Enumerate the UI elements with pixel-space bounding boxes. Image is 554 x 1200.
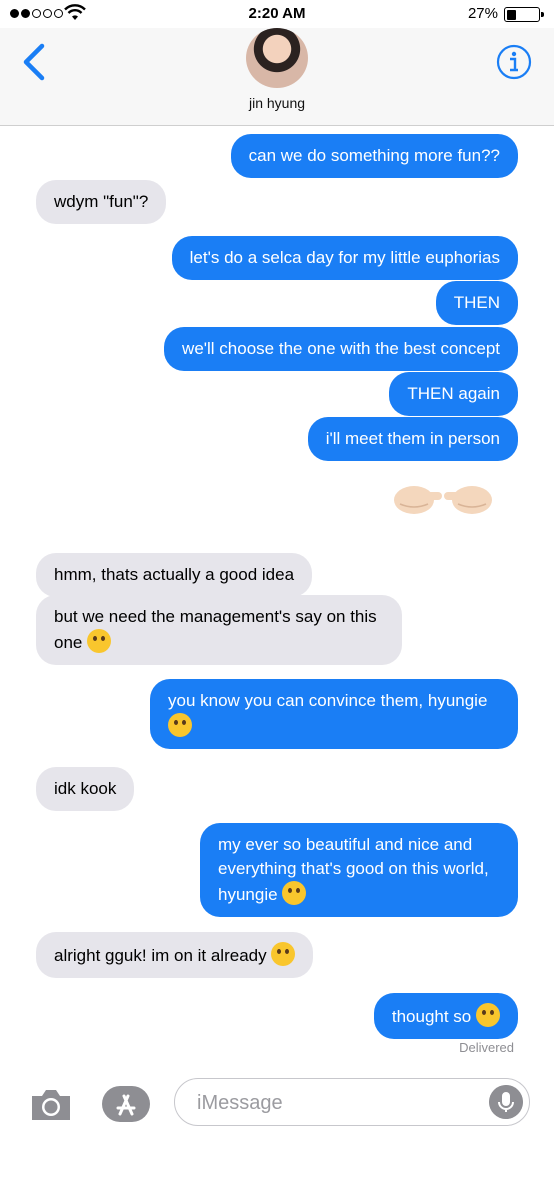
contact-name[interactable]: jin hyung — [0, 95, 554, 111]
outgoing-message[interactable]: you know you can convince them, hyungie — [150, 679, 518, 749]
status-bar: 2:20 AM 27% — [0, 0, 554, 28]
zany-face-emoji — [271, 942, 296, 966]
outgoing-message[interactable]: thought so — [373, 993, 518, 1039]
message-input[interactable] — [197, 1089, 477, 1117]
incoming-message[interactable]: idk kook — [36, 767, 135, 811]
battery-icon — [504, 7, 544, 22]
thinking-face-emoji — [87, 629, 112, 653]
chevron-left-icon[interactable] — [20, 42, 50, 82]
compose-bar — [0, 1070, 554, 1140]
outgoing-message[interactable]: let's do a selca day for my little eupho… — [171, 236, 518, 280]
incoming-message[interactable]: but we need the management's say on this… — [36, 595, 402, 665]
pointing-fingers-emoji[interactable] — [388, 476, 498, 520]
incoming-message[interactable]: alright gguk! im on it already — [36, 932, 314, 978]
outgoing-message[interactable]: THEN — [435, 281, 518, 325]
outgoing-message[interactable]: THEN again — [389, 372, 518, 416]
info-icon[interactable] — [496, 44, 532, 80]
camera-icon[interactable] — [28, 1084, 74, 1124]
eye-roll-emoji — [476, 1003, 500, 1027]
outgoing-message[interactable]: i'll meet them in person — [307, 417, 518, 461]
outgoing-message[interactable]: can we do something more fun?? — [230, 134, 518, 178]
outgoing-message[interactable]: my ever so beautiful and nice and everyt… — [200, 823, 518, 917]
battery-percentage: 27% — [467, 5, 498, 22]
sleepy-face-emoji — [168, 713, 192, 737]
delivered-status: Delivered — [459, 1040, 514, 1055]
message-input-field[interactable] — [174, 1078, 530, 1126]
contact-avatar[interactable] — [246, 28, 308, 88]
incoming-message[interactable]: wdym "fun"? — [36, 180, 167, 224]
incoming-message[interactable]: hmm, thats actually a good idea — [36, 553, 313, 597]
app-store-icon[interactable] — [100, 1084, 152, 1124]
conversation-header: jin hyung — [0, 28, 554, 126]
kissing-face-emoji — [282, 881, 307, 905]
outgoing-message[interactable]: we'll choose the one with the best conce… — [164, 327, 518, 371]
microphone-icon[interactable] — [489, 1085, 523, 1119]
